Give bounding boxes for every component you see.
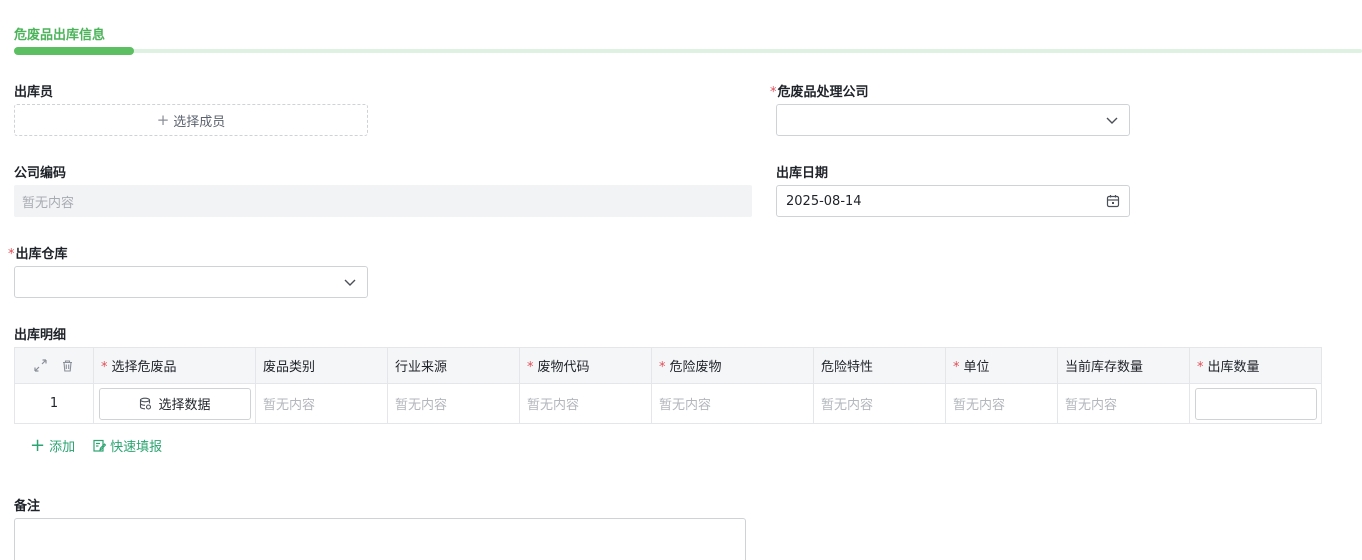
trash-icon[interactable]: [61, 359, 74, 372]
plus-icon: +: [30, 434, 46, 456]
quantity-cell: [1189, 383, 1322, 424]
col-waste: * 危险废物: [651, 347, 814, 384]
table-row: 1 选择数据 暂无内容 暂无内容 暂无内容 暂无内容 暂无内容 暂无内容 暂无内…: [14, 383, 1322, 424]
table-actions: + 添加 快速填报: [30, 436, 162, 455]
col-stock: 当前库存数量: [1057, 347, 1190, 384]
company-label: *危废品处理公司: [770, 85, 869, 100]
code-cell: 暂无内容: [519, 383, 652, 424]
select-cell: 选择数据: [93, 383, 256, 424]
col-quantity: * 出库数量: [1189, 347, 1322, 384]
chevron-down-icon: [1106, 117, 1118, 124]
industry-cell: 暂无内容: [387, 383, 520, 424]
section-divider-active: [14, 47, 134, 55]
warehouse-select[interactable]: [14, 266, 368, 298]
remark-label: 备注: [14, 499, 41, 514]
add-row-button[interactable]: + 添加: [30, 436, 75, 455]
section-title: 危废品出库信息: [14, 28, 106, 43]
quantity-input[interactable]: [1195, 387, 1317, 420]
company-code-field: 暂无内容: [14, 185, 752, 217]
unit-cell: 暂无内容: [945, 383, 1058, 424]
warehouse-label: *出库仓库: [8, 247, 68, 262]
quick-fill-button[interactable]: 快速填报: [93, 436, 162, 455]
database-icon: [140, 397, 152, 410]
col-category: 废品类别: [255, 347, 388, 384]
details-table: * 选择危废品 废品类别 行业来源 * 废物代码 * 危险废物 危险特性 * 单位 当前…: [14, 347, 1322, 424]
details-label: 出库明细: [14, 328, 67, 343]
date-label: 出库日期: [776, 166, 829, 181]
required-mark: *: [770, 85, 777, 100]
hazard-cell: 暂无内容: [813, 383, 946, 424]
stock-cell: 暂无内容: [1057, 383, 1190, 424]
header-tools: [14, 347, 94, 384]
waste-cell: 暂无内容: [651, 383, 814, 424]
company-code-label: 公司编码: [14, 166, 67, 181]
plus-icon: +: [156, 111, 170, 129]
chevron-down-icon: [344, 279, 356, 286]
col-unit: * 单位: [945, 347, 1058, 384]
category-cell: 暂无内容: [255, 383, 388, 424]
calendar-icon: [1106, 195, 1120, 208]
col-industry: 行业来源: [387, 347, 520, 384]
section-header: 危废品出库信息: [14, 0, 1362, 56]
col-select-waste: * 选择危废品: [93, 347, 256, 384]
required-mark: *: [8, 247, 15, 262]
col-hazard: 危险特性: [813, 347, 946, 384]
date-picker[interactable]: 2025-08-14: [776, 185, 1130, 217]
edit-form-icon: [93, 439, 107, 452]
choose-member-label: 选择成员: [173, 114, 226, 130]
company-select[interactable]: [776, 104, 1130, 136]
col-code: * 废物代码: [519, 347, 652, 384]
operator-label: 出库员: [14, 85, 54, 100]
section-divider: [14, 49, 1362, 53]
select-data-button[interactable]: 选择数据: [99, 387, 251, 420]
expand-icon[interactable]: [34, 359, 47, 372]
date-value: 2025-08-14: [786, 193, 862, 209]
table-header-row: * 选择危废品 废品类别 行业来源 * 废物代码 * 危险废物 危险特性 * 单位 当前…: [14, 347, 1322, 384]
row-index: 1: [14, 383, 94, 424]
choose-member-button[interactable]: + 选择成员: [14, 104, 368, 136]
remark-textarea[interactable]: [14, 518, 746, 560]
